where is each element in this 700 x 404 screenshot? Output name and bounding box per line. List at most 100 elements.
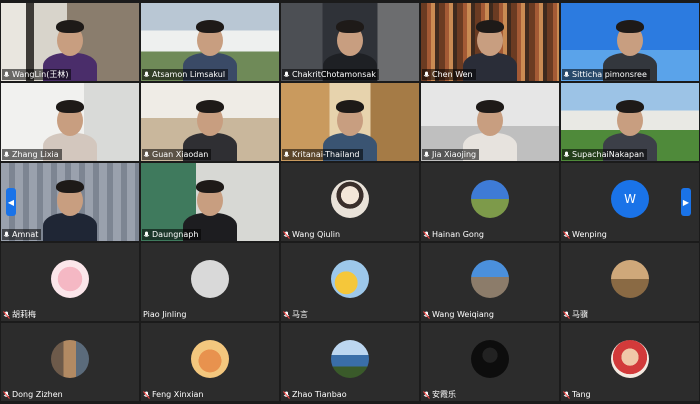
participant-tile[interactable]: Amnat: [1, 163, 139, 241]
microphone-muted-icon: [563, 310, 570, 319]
participant-name-tag: Sitticha pimonsree: [562, 69, 650, 80]
participant-tile[interactable]: Piao Jinling: [141, 243, 279, 321]
participant-name: Daungnaph: [152, 230, 199, 239]
participant-tile[interactable]: Guan Xiaodan: [141, 83, 279, 161]
microphone-icon: [423, 71, 430, 77]
participant-name: 胡莉梅: [12, 310, 36, 319]
avatar: W: [611, 180, 649, 218]
microphone-muted-icon: [283, 310, 290, 319]
participant-name-tag: Wenping: [562, 229, 610, 240]
participant-tile[interactable]: W Wenping: [561, 163, 699, 241]
participant-name-tag: Feng Xinxian: [142, 389, 206, 400]
next-page-button[interactable]: ▶: [681, 188, 691, 216]
cartoon-girl-icon: [331, 180, 369, 218]
participant-name-tag: Jia Xiaojing: [422, 149, 480, 160]
chevron-right-icon: ▶: [682, 197, 690, 207]
participant-grid: WangLin(王林) Atsamon Limsakul ChakritChot…: [0, 0, 700, 404]
participant-tile[interactable]: WangLin(王林): [1, 3, 139, 81]
microphone-muted-icon: [3, 390, 10, 399]
participant-tile[interactable]: Sitticha pimonsree: [561, 3, 699, 81]
chevron-left-icon: ◀: [7, 197, 15, 207]
participant-name-tag: Guan Xiaodan: [142, 149, 212, 160]
microphone-muted-icon: [143, 390, 150, 399]
participant-tile[interactable]: Atsamon Limsakul: [141, 3, 279, 81]
participant-name: WangLin(王林): [12, 70, 69, 79]
microphone-icon: [283, 71, 290, 77]
participant-name-tag: WangLin(王林): [2, 69, 72, 80]
participant-tile[interactable]: SupachaiNakapan: [561, 83, 699, 161]
dark-figure-icon: [471, 340, 509, 378]
participant-tile[interactable]: Zhao Tianbao: [281, 323, 419, 401]
lake-photo-icon: [331, 340, 369, 378]
participant-name: Jia Xiaojing: [432, 150, 477, 159]
participant-name: 马骥: [572, 310, 588, 319]
participant-tile[interactable]: Wang Weiqiang: [421, 243, 559, 321]
participant-name: Sitticha pimonsree: [572, 70, 647, 79]
participant-tile[interactable]: ChakritChotamonsak: [281, 3, 419, 81]
participant-name: Kritanai-Thailand: [292, 150, 360, 159]
participant-tile[interactable]: Zhang Lixia: [1, 83, 139, 161]
sun-yellow-icon: [331, 260, 369, 298]
participant-name-tag: Hainan Gong: [422, 229, 487, 240]
microphone-muted-icon: [563, 230, 570, 239]
avatar-letter: W: [624, 192, 636, 206]
microphone-muted-icon: [423, 230, 430, 239]
participant-name: Chen Wen: [432, 70, 473, 79]
participant-tile[interactable]: Hainan Gong: [421, 163, 559, 241]
participant-name-tag: Daungnaph: [142, 229, 202, 240]
participant-name-tag: 马骥: [562, 309, 591, 320]
participant-tile[interactable]: Wang Qiulin: [281, 163, 419, 241]
participant-name: Wang Weiqiang: [432, 310, 494, 319]
participant-tile[interactable]: Jia Xiaojing: [421, 83, 559, 161]
landscape-photo-icon: [471, 180, 509, 218]
microphone-icon: [563, 71, 570, 77]
participant-name: Zhang Lixia: [12, 150, 59, 159]
street-photo-icon: [51, 340, 89, 378]
participant-tile[interactable]: 安霞乐: [421, 323, 559, 401]
participant-tile[interactable]: Feng Xinxian: [141, 323, 279, 401]
participant-tile[interactable]: 胡莉梅: [1, 243, 139, 321]
participant-name: SupachaiNakapan: [572, 150, 645, 159]
participant-tile[interactable]: 马言: [281, 243, 419, 321]
microphone-icon: [3, 231, 10, 237]
participant-name: Guan Xiaodan: [152, 150, 209, 159]
participant-name: Zhao Tianbao: [292, 390, 347, 399]
participant-tile[interactable]: 马骥: [561, 243, 699, 321]
participant-name-tag: 马言: [282, 309, 311, 320]
microphone-icon: [563, 151, 570, 157]
microphone-muted-icon: [3, 310, 10, 319]
cartoon-face-icon: [191, 340, 229, 378]
microphone-icon: [423, 151, 430, 157]
participant-name-tag: Chen Wen: [422, 69, 476, 80]
participant-name: 马言: [292, 310, 308, 319]
participant-name-tag: Zhang Lixia: [2, 149, 62, 160]
microphone-icon: [283, 151, 290, 157]
participant-tile[interactable]: Tang: [561, 323, 699, 401]
microphone-icon: [3, 151, 10, 157]
participant-name: 安霞乐: [432, 390, 456, 399]
participant-name-tag: Wang Qiulin: [282, 229, 343, 240]
participant-name-tag: 安霞乐: [422, 389, 459, 400]
participant-name: Amnat: [12, 230, 39, 239]
field-photo-icon: [611, 260, 649, 298]
participant-name: Tang: [572, 390, 591, 399]
participant-tile[interactable]: Daungnaph: [141, 163, 279, 241]
participant-name: ChakritChotamonsak: [292, 70, 376, 79]
participant-name-tag: SupachaiNakapan: [562, 149, 648, 160]
prev-page-button[interactable]: ◀: [6, 188, 16, 216]
participant-name: Piao Jinling: [143, 310, 187, 319]
participant-tile[interactable]: Dong Zizhen: [1, 323, 139, 401]
participant-tile[interactable]: Kritanai-Thailand: [281, 83, 419, 161]
participant-name: Wenping: [572, 230, 607, 239]
microphone-icon: [143, 71, 150, 77]
microphone-icon: [3, 71, 10, 77]
participant-tile[interactable]: Chen Wen: [421, 3, 559, 81]
microphone-muted-icon: [563, 390, 570, 399]
pink-bear-icon: [51, 260, 89, 298]
participant-name: Hainan Gong: [432, 230, 484, 239]
participant-name-tag: Dong Zizhen: [2, 389, 66, 400]
blank-gray-icon: [191, 260, 229, 298]
participant-name: Dong Zizhen: [12, 390, 63, 399]
participant-name-tag: Kritanai-Thailand: [282, 149, 363, 160]
participant-name-tag: ChakritChotamonsak: [282, 69, 379, 80]
